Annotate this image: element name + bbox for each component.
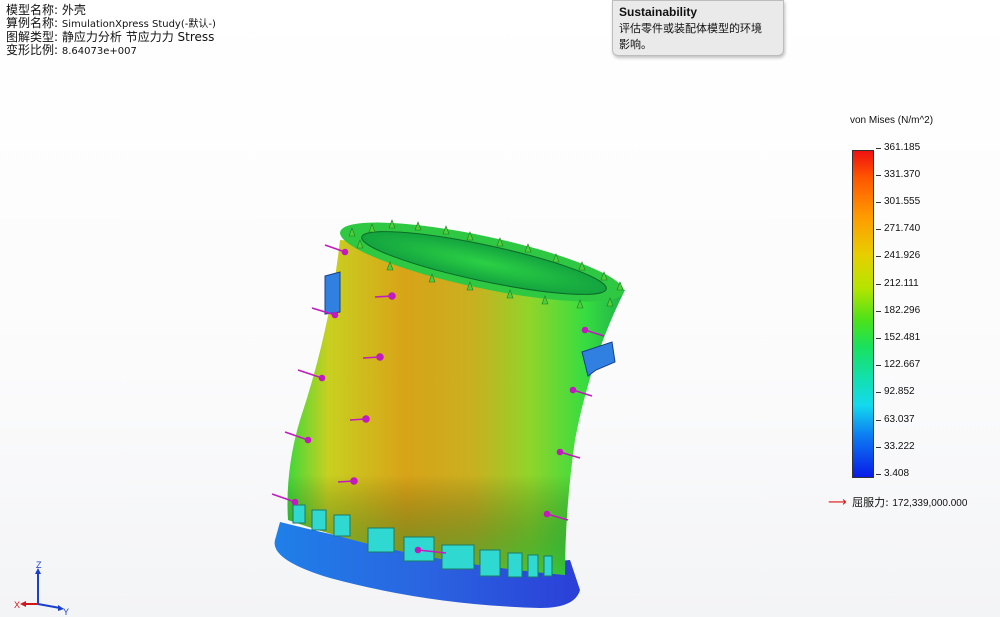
legend-tick: 241.926 xyxy=(875,250,921,261)
legend-tick: 182.296 xyxy=(875,305,921,316)
z-axis-label: Z xyxy=(36,560,42,570)
legend-tick: 33.222 xyxy=(876,441,915,452)
legend-tick: 331.370 xyxy=(875,169,921,180)
x-axis-label: X xyxy=(14,600,20,610)
legend-tick: 3.408 xyxy=(875,468,910,479)
legend-tick: 361.185 xyxy=(875,142,921,153)
yield-label: 屈服力: xyxy=(852,496,889,509)
legend-tick: 63.037 xyxy=(876,414,915,425)
red-arrow-icon: ⟶ xyxy=(828,495,847,510)
legend-title: von Mises (N/m^2) xyxy=(850,115,934,126)
yield-strength: ⟶ 屈服力: 172,339,000.000 xyxy=(828,494,967,510)
left-tab xyxy=(324,271,341,315)
stress-model-viewport[interactable] xyxy=(0,0,1000,617)
legend-tick: 212.111 xyxy=(876,278,919,289)
reference-triad: Z Y X xyxy=(14,560,69,616)
legend-tick: 152.481 xyxy=(875,332,921,343)
legend-ticks: 361.185 331.370 301.555 271.740 241.926 … xyxy=(875,142,948,482)
legend-tick: 92.852 xyxy=(876,386,915,397)
y-axis-label: Y xyxy=(63,607,69,616)
legend-tick: 301.555 xyxy=(875,196,921,207)
stress-colorbar xyxy=(852,150,874,478)
y-axis-icon xyxy=(37,603,61,609)
legend-tick: 122.667 xyxy=(875,359,921,370)
yield-value: 172,339,000.000 xyxy=(892,498,968,509)
legend-tick: 271.740 xyxy=(875,223,921,234)
